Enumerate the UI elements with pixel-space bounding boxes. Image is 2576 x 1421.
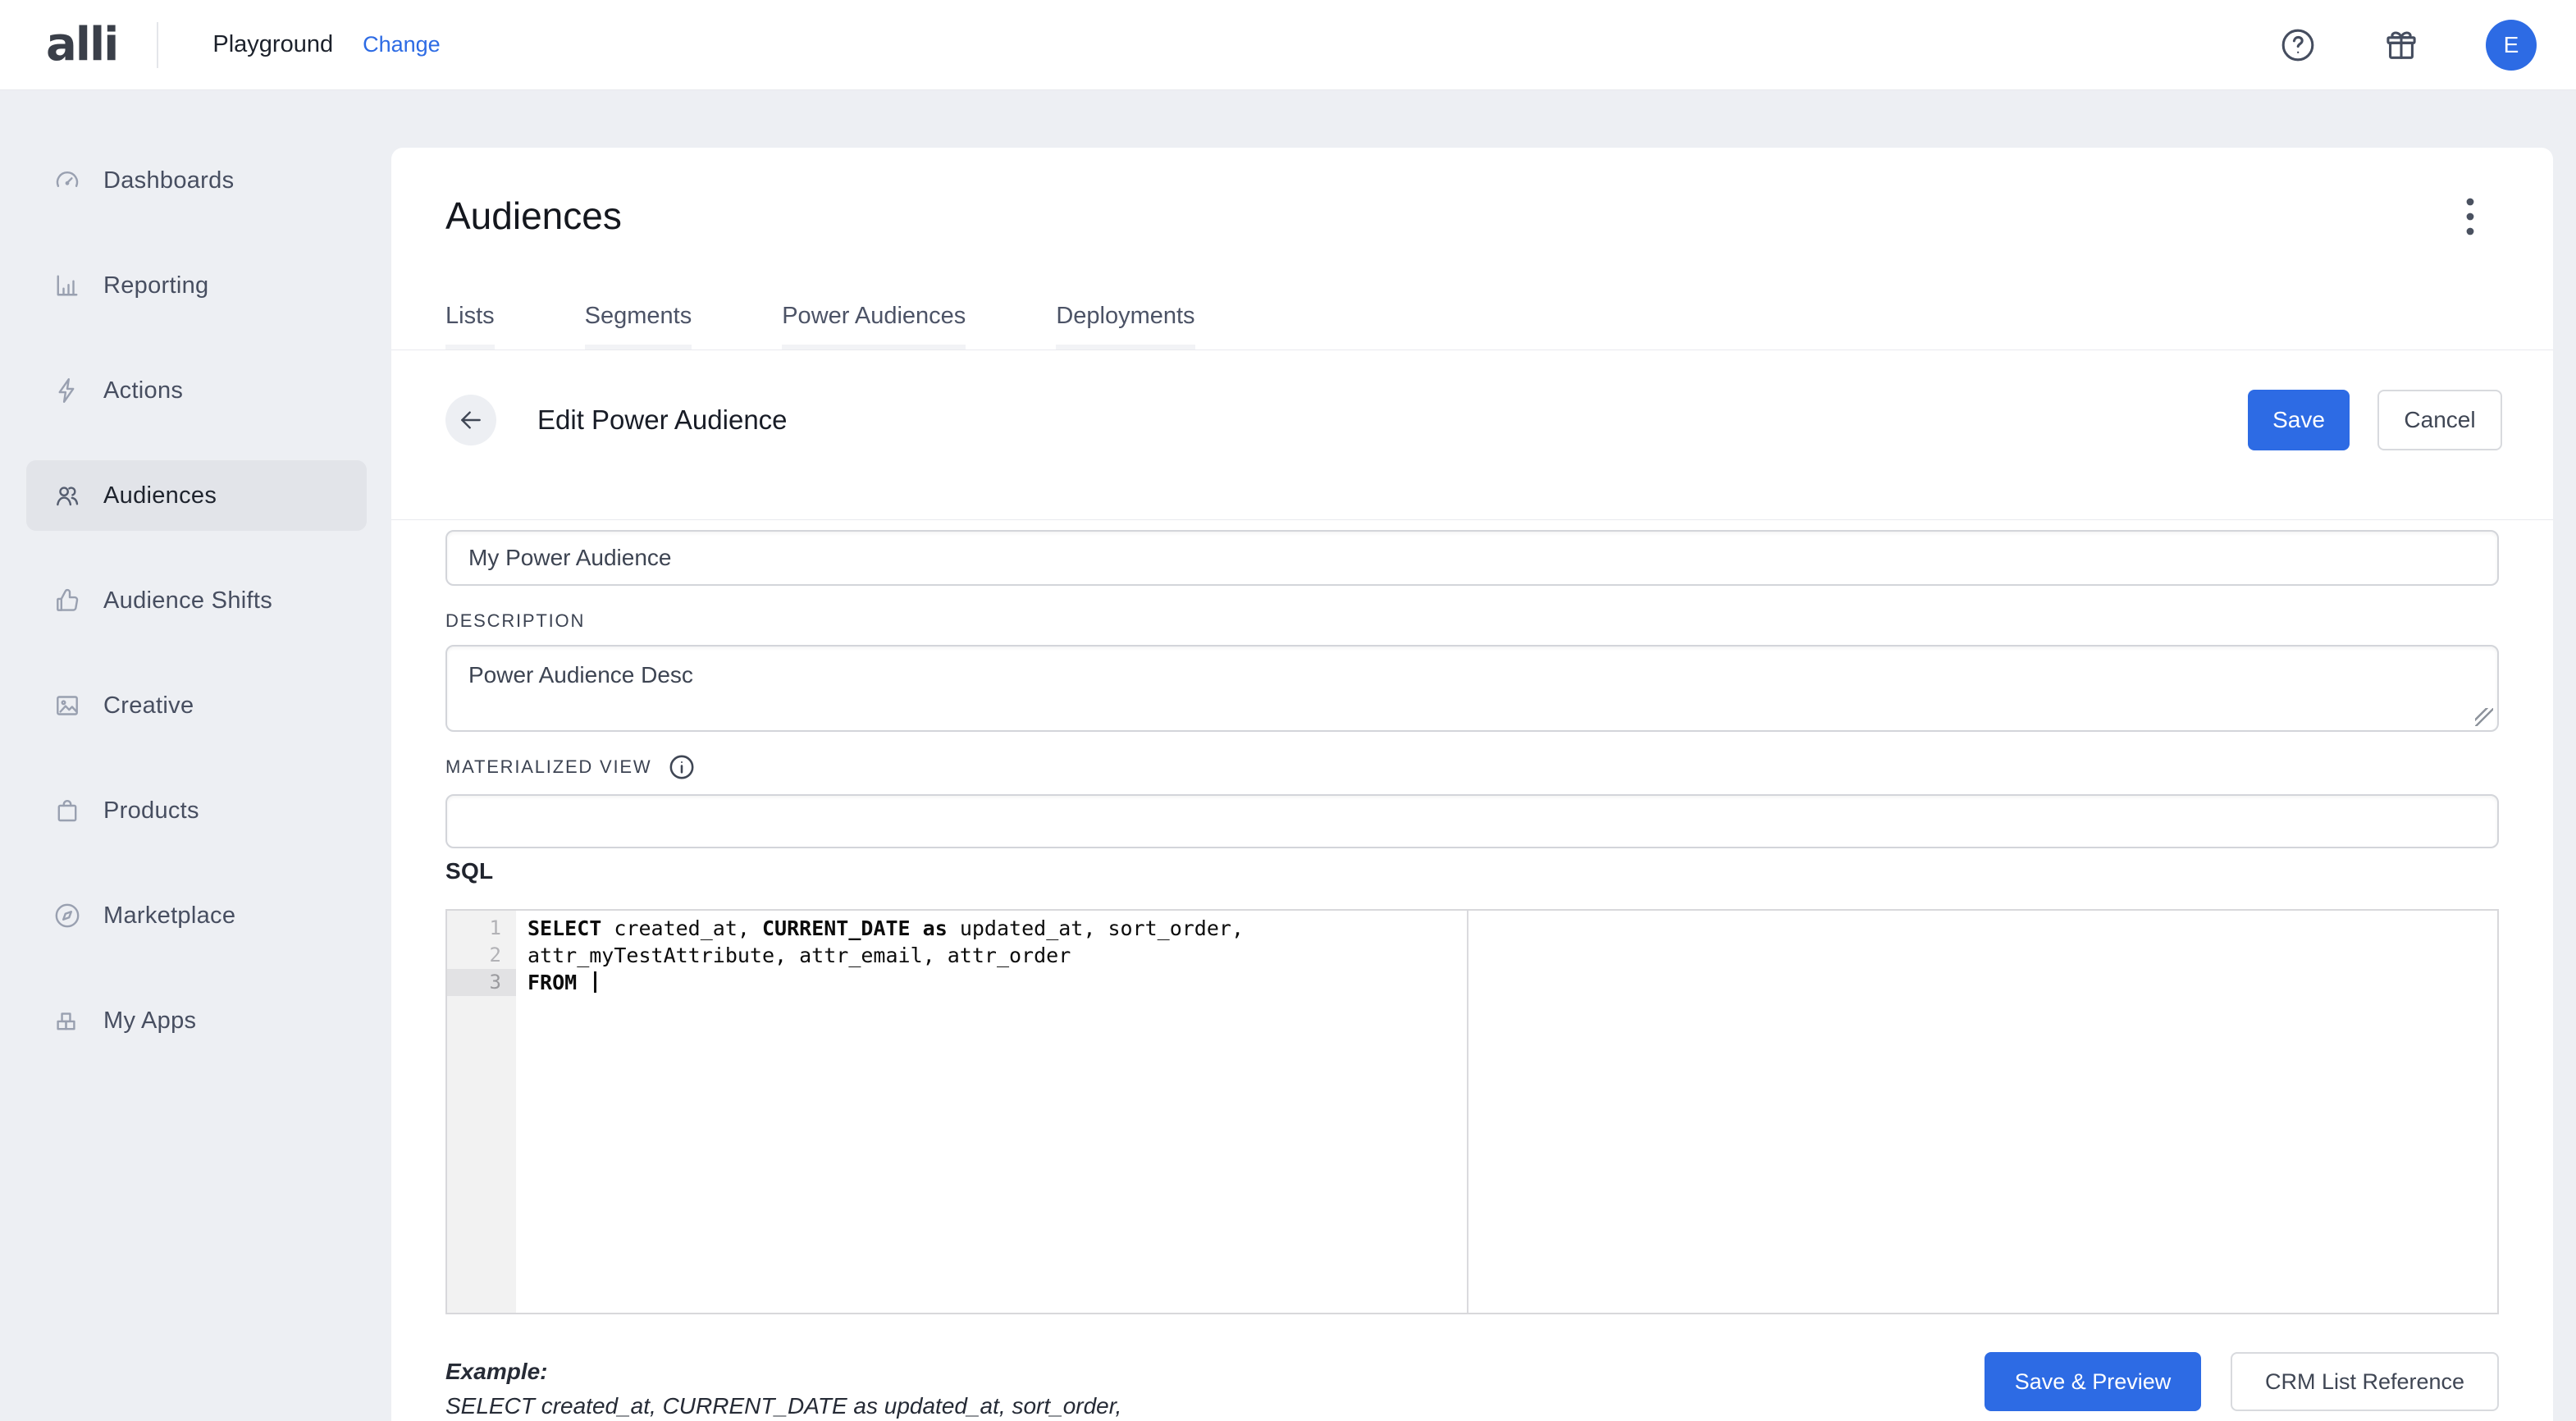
- line-number: 1: [447, 915, 516, 942]
- tab-bar: Lists Segments Power Audiences Deploymen…: [391, 287, 2553, 350]
- main-card: Audiences Lists Segments Power Audiences…: [391, 148, 2553, 1421]
- sidebar-item-label: Creative: [103, 692, 194, 720]
- line-number-active: 3: [447, 969, 516, 996]
- sidebar-item-label: Reporting: [103, 272, 208, 299]
- editor-divider: [1467, 911, 1468, 1313]
- sidebar-item-label: Audience Shifts: [103, 587, 272, 615]
- alli-logo[interactable]: alli: [46, 18, 117, 71]
- edit-toolbar: Edit Power Audience Save Cancel: [391, 350, 2553, 520]
- sidebar-item-label: Products: [103, 797, 199, 825]
- tab-deployments[interactable]: Deployments: [1056, 287, 1194, 350]
- tab-lists[interactable]: Lists: [445, 287, 495, 350]
- sql-label: SQL: [445, 858, 493, 884]
- sql-line-2: attr_myTestAttribute, attr_email, attr_o…: [528, 942, 2497, 969]
- sql-line-1: SELECT created_at, CURRENT_DATE as updat…: [528, 915, 2497, 942]
- sidebar-item-label: Marketplace: [103, 902, 235, 930]
- sidebar-item-label: Actions: [103, 377, 183, 404]
- materialized-view-input[interactable]: [445, 794, 2499, 848]
- sidebar: Dashboards Reporting Actions Audiences A…: [0, 90, 391, 1421]
- sidebar-item-creative[interactable]: Creative: [26, 670, 367, 741]
- bar-chart-icon: [53, 271, 82, 300]
- topbar-divider: [157, 22, 158, 68]
- editor-gutter: 1 2 3: [447, 911, 516, 1313]
- shopping-bag-icon: [53, 796, 82, 825]
- kebab-menu-icon[interactable]: [2449, 194, 2492, 240]
- thumbs-up-icon: [53, 586, 82, 615]
- cancel-button[interactable]: Cancel: [2377, 390, 2502, 450]
- text-cursor: [594, 971, 596, 993]
- sidebar-item-label: My Apps: [103, 1007, 196, 1035]
- info-icon[interactable]: [668, 753, 696, 781]
- sidebar-item-audience-shifts[interactable]: Audience Shifts: [26, 565, 367, 636]
- sidebar-item-reporting[interactable]: Reporting: [26, 250, 367, 321]
- top-bar: alli Playground Change E: [0, 0, 2576, 90]
- sql-code[interactable]: SELECT created_at, CURRENT_DATE as updat…: [516, 911, 2497, 996]
- people-icon: [53, 481, 82, 510]
- sidebar-item-marketplace[interactable]: Marketplace: [26, 880, 367, 951]
- image-icon: [53, 691, 82, 720]
- save-button[interactable]: Save: [2248, 390, 2350, 450]
- compass-icon: [53, 901, 82, 930]
- crm-list-reference-button[interactable]: CRM List Reference: [2231, 1352, 2499, 1411]
- back-button[interactable]: [445, 395, 496, 445]
- description-label: DESCRIPTION: [445, 610, 585, 632]
- arrow-left-icon: [458, 407, 484, 433]
- sidebar-item-label: Dashboards: [103, 167, 234, 194]
- edit-title: Edit Power Audience: [537, 404, 788, 436]
- toolbar-actions: Save Cancel: [2248, 390, 2502, 450]
- save-preview-button[interactable]: Save & Preview: [1985, 1352, 2201, 1411]
- tab-power-audiences[interactable]: Power Audiences: [782, 287, 966, 350]
- lightning-icon: [53, 376, 82, 405]
- sidebar-item-actions[interactable]: Actions: [26, 355, 367, 426]
- page-title: Audiences: [445, 194, 622, 238]
- textarea-resize-handle[interactable]: [2475, 708, 2493, 726]
- sidebar-item-products[interactable]: Products: [26, 775, 367, 846]
- gift-icon[interactable]: [2382, 26, 2420, 64]
- sidebar-item-dashboards[interactable]: Dashboards: [26, 145, 367, 216]
- example-title: Example:: [445, 1359, 548, 1385]
- tab-segments[interactable]: Segments: [585, 287, 692, 350]
- materialized-view-label: MATERIALIZED VIEW: [445, 756, 651, 778]
- sidebar-item-my-apps[interactable]: My Apps: [26, 985, 367, 1056]
- description-field-wrap: Power Audience Desc: [445, 645, 2499, 732]
- line-number: 2: [447, 942, 516, 969]
- gauge-icon: [53, 166, 82, 195]
- materialized-view-label-row: MATERIALIZED VIEW: [445, 753, 696, 781]
- audience-name-input[interactable]: [445, 530, 2499, 586]
- example-sql-line: SELECT created_at, CURRENT_DATE as updat…: [445, 1393, 1121, 1419]
- sidebar-item-label: Audiences: [103, 482, 217, 509]
- sidebar-item-audiences[interactable]: Audiences: [26, 460, 367, 531]
- change-workspace-link[interactable]: Change: [363, 32, 441, 57]
- topbar-right: E: [2279, 20, 2576, 71]
- description-textarea[interactable]: Power Audience Desc: [445, 645, 2499, 732]
- avatar[interactable]: E: [2486, 20, 2537, 71]
- sql-line-3: FROM: [528, 969, 2497, 996]
- workspace-name: Playground: [212, 31, 333, 58]
- sql-editor[interactable]: 1 2 3 SELECT created_at, CURRENT_DATE as…: [445, 909, 2499, 1314]
- help-icon[interactable]: [2279, 26, 2317, 64]
- blocks-icon: [53, 1006, 82, 1035]
